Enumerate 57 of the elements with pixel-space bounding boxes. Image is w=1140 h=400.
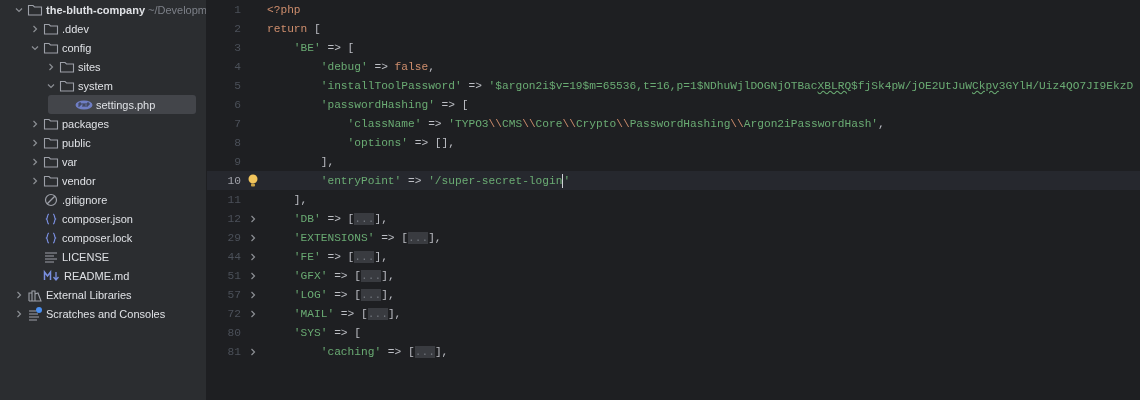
tree-item[interactable]: .ddev — [0, 19, 206, 38]
code-line: 'EXTENSIONS' => [...], — [292, 231, 442, 244]
chevron-right-icon[interactable] — [30, 23, 40, 34]
chevron-right-icon[interactable] — [248, 213, 258, 224]
selected-tree-item[interactable]: settings.php — [48, 95, 196, 114]
code-line: 'installToolPassword' => '$argon2i$v=19$m=65536,t=16,p=1$NDhuWjlDOGNjOTBacXBLRQ$fjSk4pW/jOE2UtJuWCkpv3GYlH/Uiz4QO7JI9EkzD — [319, 79, 1134, 92]
chevron-right-icon[interactable] — [14, 289, 24, 300]
chevron-right-icon[interactable] — [30, 118, 40, 129]
tree-item[interactable]: config — [0, 38, 206, 57]
code-line: <?php — [267, 3, 301, 16]
project-path: ~/Developm — [148, 3, 206, 16]
tree-item[interactable]: composer.lock — [0, 228, 206, 247]
tree-item[interactable]: LICENSE — [0, 247, 206, 266]
chevron-right-icon[interactable] — [46, 61, 56, 72]
tree-item[interactable]: public — [0, 133, 206, 152]
tree-item[interactable]: var — [0, 152, 206, 171]
tree-item[interactable]: composer.json — [0, 209, 206, 228]
chevron-right-icon[interactable] — [248, 289, 258, 300]
code-line: 'options' => [], — [346, 136, 455, 149]
chevron-right-icon[interactable] — [248, 251, 258, 262]
tree-item[interactable]: sites — [0, 57, 206, 76]
tree-item[interactable]: Scratches and Consoles — [0, 304, 206, 323]
chevron-right-icon[interactable] — [30, 156, 40, 167]
ignore-file-icon — [43, 191, 59, 208]
chevron-right-icon[interactable] — [30, 137, 40, 148]
code-line: return [ — [267, 22, 321, 35]
tree-item[interactable]: packages — [0, 114, 206, 133]
tree-item[interactable]: vendor — [0, 171, 206, 190]
code-line: 'caching' => [...], — [319, 345, 449, 358]
code-line: 'BE' => [ — [292, 41, 355, 54]
code-line: 'entryPoint' => '/super-secret-login' — [319, 173, 571, 188]
code-line: 'GFX' => [...], — [292, 269, 395, 282]
code-line: 'passwordHashing' => [ — [319, 98, 469, 111]
code-line: ], — [319, 155, 335, 168]
chevron-right-icon[interactable] — [248, 232, 258, 243]
tree-item[interactable]: system — [0, 76, 206, 95]
code-line: 'SYS' => [ — [292, 326, 361, 339]
tree-item[interactable]: README.md — [0, 266, 206, 285]
lightbulb-icon[interactable] — [247, 173, 259, 188]
chevron-right-icon[interactable] — [248, 270, 258, 281]
tree-item[interactable]: External Libraries — [0, 285, 206, 304]
project-name[interactable]: the-bluth-company — [46, 3, 145, 16]
chevron-right-icon[interactable] — [248, 308, 258, 319]
tree-item[interactable]: .gitignore — [0, 190, 206, 209]
code-line: 'LOG' => [...], — [292, 288, 395, 301]
code-line: 'className' => 'TYPO3\\CMS\\Core\\Crypto\\PasswordHashing\\Argon2iPasswordHash', — [346, 117, 885, 130]
code-line: 'debug' => false, — [319, 60, 435, 73]
chevron-right-icon[interactable] — [248, 346, 258, 357]
code-line: 'FE' => [...], — [292, 250, 388, 263]
code-line: 'DB' => [...], — [292, 212, 388, 225]
code-line: 'MAIL' => [...], — [292, 307, 402, 320]
code-line: ], — [292, 193, 308, 206]
line-number: 10 — [226, 174, 241, 187]
chevron-right-icon[interactable] — [14, 308, 24, 319]
text-cursor — [562, 173, 564, 188]
chevron-right-icon[interactable] — [30, 175, 40, 186]
scratches-icon — [27, 305, 43, 322]
